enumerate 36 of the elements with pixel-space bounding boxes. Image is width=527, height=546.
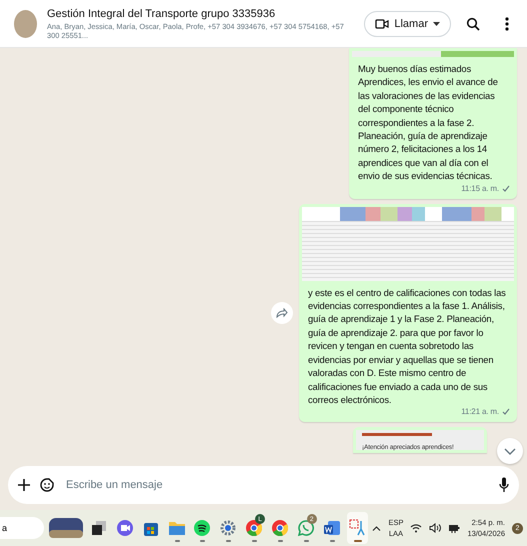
caret-icon bbox=[433, 22, 440, 26]
taskbar-search-field[interactable]: a bbox=[0, 517, 44, 539]
sticker-icon[interactable] bbox=[40, 478, 54, 492]
composer-bar[interactable]: Escribe un mensaje bbox=[8, 466, 519, 504]
landscape-photo-icon[interactable] bbox=[49, 518, 84, 538]
battery-plug-icon[interactable] bbox=[448, 523, 460, 533]
browser-icon[interactable] bbox=[272, 520, 288, 536]
call-button[interactable]: Llamar bbox=[364, 10, 451, 36]
gear-icon[interactable] bbox=[220, 520, 236, 536]
scroll-down-button[interactable] bbox=[497, 438, 523, 464]
speaker-icon[interactable] bbox=[429, 523, 442, 533]
chat-bubble-icon[interactable] bbox=[298, 520, 314, 536]
plus-icon[interactable] bbox=[18, 479, 30, 491]
group-title[interactable]: Gestión Integral del Transporte grupo 3335936 bbox=[47, 8, 354, 20]
forward-arrow-icon bbox=[276, 308, 288, 318]
wifi-icon[interactable] bbox=[410, 523, 422, 533]
video-camera-icon bbox=[375, 18, 390, 30]
message-time: 11:21 a. m. bbox=[461, 406, 499, 418]
menu-icon[interactable] bbox=[505, 16, 509, 30]
message-text: y este es el centro de calificaciones con todas las evidencias correspondientes a la fase 1. Análisis, guía de aprendizaje 1 y la Fase 2. Planeación, guía de aprendizaje 2. para que por favor lo revicen y tengan en cuenta sobretodo las evidencias por enviar y aquellas que se tienen valoradas con D. Este mismo centro de calificaciones fue enviado a cada uno de sus correos electrónicos. bbox=[307, 286, 507, 406]
microphone-icon[interactable] bbox=[499, 477, 509, 493]
search-icon[interactable] bbox=[466, 16, 480, 30]
message-text: Muy buenos días estimados Aprendices, les envio el avance de las valoraciones de las evidencias del componente técnico correspondientes a la fase 2. Planeación, guía de aprendizaje número 2, felicitaciones a los 14 aprendices que van al día con el envio de sus evidencias técnicas. bbox=[357, 62, 499, 183]
music-circle-icon[interactable] bbox=[194, 520, 210, 536]
folder-icon[interactable] bbox=[168, 521, 185, 535]
task-view-icon[interactable] bbox=[92, 521, 106, 535]
chevron-up-icon[interactable] bbox=[372, 526, 382, 530]
forward-button[interactable] bbox=[271, 302, 293, 324]
store-bag-icon[interactable] bbox=[144, 520, 158, 536]
message-field[interactable]: Escribe un mensaje bbox=[64, 478, 489, 492]
browser-icon[interactable] bbox=[246, 520, 262, 536]
video-chat-icon[interactable] bbox=[116, 520, 133, 536]
message-time: 11:15 a. m. bbox=[461, 182, 499, 194]
document-w-icon[interactable] bbox=[324, 520, 340, 536]
chevron-down-icon bbox=[504, 448, 516, 454]
scissors-icon[interactable] bbox=[349, 519, 366, 537]
